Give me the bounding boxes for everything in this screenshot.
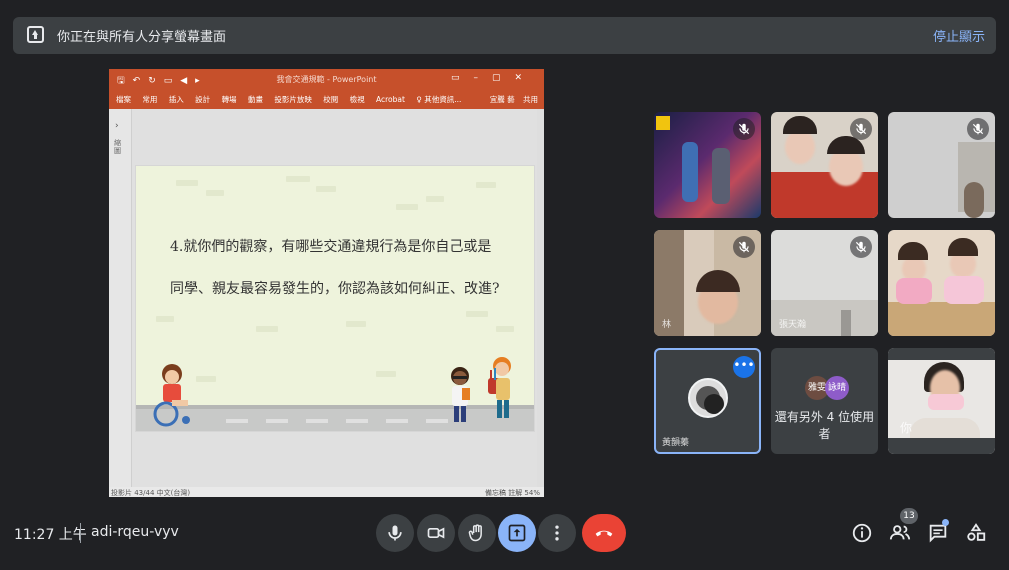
ppt-ribbon-tabs: 檔案 常用 插入 設計 轉場 動畫 投影片放映 校閱 檢視 Acrobat ♀ … xyxy=(116,94,470,105)
ppt-status-right: 備忘稿 註解 54% xyxy=(484,489,540,497)
mic-off-icon xyxy=(855,241,867,253)
people-icon[interactable] xyxy=(889,522,911,544)
mic-off-indicator xyxy=(733,118,755,140)
participant-tile[interactable] xyxy=(888,230,995,336)
camera-icon xyxy=(427,527,445,539)
ppt-title-bar: 🖫↶↻▭◀▸ 我會交通規範 - PowerPoint ▭–▢✕ xyxy=(109,69,544,89)
participant-tile-selected[interactable]: ••• 黃韻蓁 xyxy=(654,348,761,454)
chat-unread-indicator xyxy=(942,519,949,526)
more-vert-icon xyxy=(555,525,559,541)
participant-name: 張天瀚 xyxy=(779,320,807,330)
more-participants-tile[interactable]: 雅雯 詠晴 還有另外 4 位使用者 xyxy=(771,348,878,454)
present-now-button[interactable] xyxy=(498,514,536,552)
ppt-tab: 動畫 xyxy=(247,95,263,104)
end-call-icon xyxy=(595,530,613,537)
participants-count-badge: 13 xyxy=(900,508,918,524)
ppt-ribbon-right: 宜騰 藝 共用 xyxy=(484,94,538,105)
mic-off-icon xyxy=(738,123,750,135)
mic-off-icon xyxy=(855,123,867,135)
microphone-icon xyxy=(388,525,402,541)
participant-tile[interactable] xyxy=(654,112,761,218)
raise-hand-button[interactable] xyxy=(458,514,496,552)
info-icon[interactable] xyxy=(851,522,873,544)
ppt-ribbon: 檔案 常用 插入 設計 轉場 動畫 投影片放映 校閱 檢視 Acrobat ♀ … xyxy=(109,89,544,109)
ppt-status-bar: 投影片 43/44 中文(台灣) 備忘稿 註解 54% xyxy=(109,487,544,497)
ppt-tab: 投影片放映 xyxy=(274,95,312,104)
ppt-tab: Acrobat xyxy=(376,95,405,104)
mic-off-indicator xyxy=(850,118,872,140)
mic-off-indicator xyxy=(850,236,872,258)
girl-wheelchair-illustration xyxy=(153,364,190,427)
ppt-vertical-scrollbar xyxy=(537,109,544,487)
meeting-time: 11:27 上午 xyxy=(14,527,87,543)
avatar xyxy=(688,378,728,418)
participant-tile[interactable] xyxy=(888,112,995,218)
mic-off-icon xyxy=(972,123,984,135)
screen-share-banner: 你正在與所有人分享螢幕畫面 停止顯示 xyxy=(13,17,996,54)
participant-name: 黃韻蓁 xyxy=(662,438,690,448)
ppt-tab: 設計 xyxy=(195,95,211,104)
ppt-tab: 檢視 xyxy=(349,95,365,104)
shared-powerpoint-window: 🖫↶↻▭◀▸ 我會交通規範 - PowerPoint ▭–▢✕ 檔案 常用 插入… xyxy=(109,69,544,497)
camera-button[interactable] xyxy=(417,514,455,552)
more-participants-label: 還有另外 4 位使用者 xyxy=(774,410,875,441)
mic-off-indicator xyxy=(733,236,755,258)
ppt-thumbnail-label: 縮圖 xyxy=(114,139,121,155)
stop-presenting-button[interactable]: 停止顯示 xyxy=(933,26,985,45)
ppt-tab: 常用 xyxy=(142,95,158,104)
activities-icon[interactable] xyxy=(965,522,987,544)
participant-tile[interactable]: 張天瀚 xyxy=(771,230,878,336)
chevron-right-icon: › xyxy=(115,121,119,131)
ppt-share-label: 共用 xyxy=(523,95,538,104)
ppt-tab: 校閱 xyxy=(323,95,339,104)
present-screen-icon xyxy=(27,26,44,43)
mic-off-indicator xyxy=(967,118,989,140)
hand-icon xyxy=(468,524,482,542)
mic-off-icon xyxy=(738,241,750,253)
boy-with-glasses-illustration xyxy=(451,367,470,422)
ppt-tab: 轉場 xyxy=(221,95,237,104)
avatar: 詠晴 xyxy=(825,376,849,400)
ppt-tab: 檔案 xyxy=(116,95,131,104)
ppt-tab: 插入 xyxy=(168,95,184,104)
ppt-status-left: 投影片 43/44 中文(台灣) xyxy=(111,489,191,497)
share-status-text: 你正在與所有人分享螢幕畫面 xyxy=(57,30,227,45)
participant-tile[interactable] xyxy=(771,112,878,218)
slide-text-line: 同學、親友最容易發生的，你認為該如何糾正、改進? xyxy=(170,281,500,297)
ppt-window-controls: ▭–▢✕ xyxy=(450,73,536,83)
ppt-user-name: 宜騰 藝 xyxy=(489,95,515,104)
more-options-button[interactable]: ••• xyxy=(733,356,755,378)
participant-name: 林 xyxy=(662,320,672,330)
participant-name: 你 xyxy=(900,421,913,435)
ppt-tab: ♀ 其他資訊... xyxy=(416,95,462,104)
participant-tile[interactable]: 林 xyxy=(654,230,761,336)
microphone-button[interactable] xyxy=(376,514,414,552)
ppt-thumbnail-pane: › 縮圖 xyxy=(109,109,132,487)
more-options-button[interactable] xyxy=(538,514,576,552)
present-screen-icon xyxy=(508,524,526,542)
boy-with-backpack-illustration xyxy=(488,357,511,418)
self-view-tile[interactable]: 你 xyxy=(888,348,995,454)
ppt-slide-editor: 4.就你們的觀察，有哪些交通違規行為是你自己或是 同學、親友最容易發生的，你認為… xyxy=(132,109,544,487)
leave-call-button[interactable] xyxy=(582,514,626,552)
divider xyxy=(80,523,81,543)
slide-canvas: 4.就你們的觀察，有哪些交通違規行為是你自己或是 同學、親友最容易發生的，你認為… xyxy=(135,165,535,432)
slide-text-line: 4.就你們的觀察，有哪些交通違規行為是你自己或是 xyxy=(170,239,492,255)
meeting-code: adi-rqeu-vyv xyxy=(91,524,179,540)
